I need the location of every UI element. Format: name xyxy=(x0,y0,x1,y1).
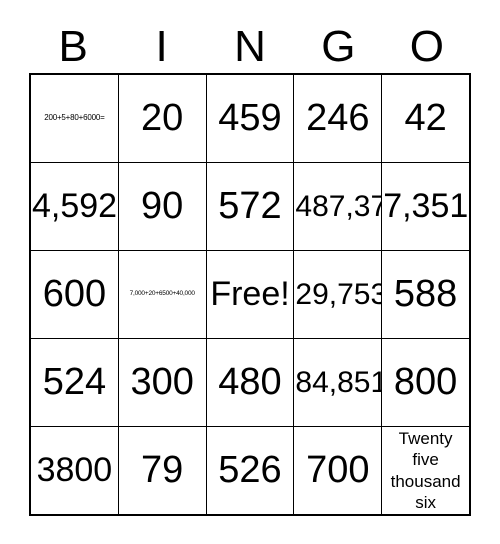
bingo-header-letter-o-label: O xyxy=(409,21,444,71)
bingo-cell-i3[interactable]: 7,000+20+6500+40,000 xyxy=(119,251,207,338)
bingo-row: 3800 79 526 700 Twenty five thousand six xyxy=(31,427,469,514)
bingo-cell-o1-label: 42 xyxy=(404,96,447,139)
bingo-cell-g4[interactable]: 84,851 xyxy=(294,339,383,426)
bingo-cell-i5-label: 79 xyxy=(141,448,184,491)
bingo-cell-i1-label: 20 xyxy=(141,96,184,139)
bingo-row: 524 300 480 84,851 800 xyxy=(31,339,469,427)
bingo-cell-o5-label: Twenty five thousand six xyxy=(390,429,461,512)
bingo-cell-b3[interactable]: 600 xyxy=(31,251,119,338)
bingo-header-letter-o: O xyxy=(383,20,471,73)
bingo-cell-i1[interactable]: 20 xyxy=(119,75,207,162)
bingo-row: 4,592 90 572 487,370 7,351 xyxy=(31,163,469,251)
bingo-grid: 200+5+80+6000= 20 459 246 42 4,592 90 57… xyxy=(29,73,471,516)
bingo-cell-g2-label: 487,370 xyxy=(295,189,381,223)
bingo-cell-o2-label: 7,351 xyxy=(383,186,469,225)
bingo-cell-g5-label: 700 xyxy=(306,448,370,491)
bingo-cell-i3-label: 7,000+20+6500+40,000 xyxy=(129,290,195,298)
bingo-cell-n4[interactable]: 480 xyxy=(207,339,295,426)
bingo-cell-o3[interactable]: 588 xyxy=(382,251,469,338)
bingo-cell-b2[interactable]: 4,592 xyxy=(31,163,119,250)
bingo-header-letter-b-label: B xyxy=(58,21,88,71)
bingo-row: 600 7,000+20+6500+40,000 Free! 29,753 58… xyxy=(31,251,469,339)
bingo-cell-g4-label: 84,851 xyxy=(295,365,383,399)
bingo-cell-g3[interactable]: 29,753 xyxy=(294,251,383,338)
bingo-header-letter-g-label: G xyxy=(321,21,356,71)
bingo-cell-b2-label: 4,592 xyxy=(32,186,118,225)
bingo-free-space-label: Free! xyxy=(210,274,290,313)
bingo-cell-n2-label: 572 xyxy=(218,184,282,227)
bingo-cell-g5[interactable]: 700 xyxy=(294,427,383,514)
bingo-cell-b3-label: 600 xyxy=(42,272,107,315)
bingo-cell-o2[interactable]: 7,351 xyxy=(382,163,469,250)
bingo-cell-o3-label: 588 xyxy=(393,272,458,315)
bingo-cell-i5[interactable]: 79 xyxy=(119,427,207,514)
bingo-header-row: B I N G O xyxy=(29,20,471,73)
bingo-header-letter-i: I xyxy=(117,20,205,73)
bingo-header-letter-b: B xyxy=(29,20,117,73)
bingo-cell-b1-label: 200+5+80+6000= xyxy=(44,113,105,123)
bingo-cell-n1-label: 459 xyxy=(218,96,282,139)
bingo-cell-o4[interactable]: 800 xyxy=(382,339,469,426)
bingo-cell-b5[interactable]: 3800 xyxy=(31,427,119,514)
bingo-cell-i2[interactable]: 90 xyxy=(119,163,207,250)
bingo-header-letter-i-label: I xyxy=(155,21,168,71)
bingo-cell-g2[interactable]: 487,370 xyxy=(294,163,383,250)
bingo-cell-n5-label: 526 xyxy=(218,448,282,491)
bingo-cell-i4-label: 300 xyxy=(130,360,194,403)
bingo-cell-free-space[interactable]: Free! xyxy=(207,251,295,338)
bingo-cell-b5-label: 3800 xyxy=(36,450,113,489)
bingo-cell-n2[interactable]: 572 xyxy=(207,163,295,250)
bingo-card: B I N G O 200+5+80+6000= 20 459 246 42 4… xyxy=(0,0,500,544)
bingo-row: 200+5+80+6000= 20 459 246 42 xyxy=(31,75,469,163)
bingo-cell-o1[interactable]: 42 xyxy=(382,75,469,162)
bingo-header-letter-n-label: N xyxy=(234,21,266,71)
bingo-cell-i2-label: 90 xyxy=(141,184,184,227)
bingo-cell-i4[interactable]: 300 xyxy=(119,339,207,426)
bingo-header-letter-n: N xyxy=(206,20,294,73)
bingo-cell-n4-label: 480 xyxy=(218,360,282,403)
bingo-cell-o5[interactable]: Twenty five thousand six xyxy=(382,427,469,514)
bingo-cell-g3-label: 29,753 xyxy=(295,277,383,311)
bingo-header-letter-g: G xyxy=(294,20,382,73)
bingo-cell-n5[interactable]: 526 xyxy=(207,427,295,514)
bingo-cell-g1-label: 246 xyxy=(306,96,370,139)
bingo-cell-b4-label: 524 xyxy=(42,360,107,403)
bingo-cell-n1[interactable]: 459 xyxy=(207,75,295,162)
bingo-cell-b4[interactable]: 524 xyxy=(31,339,119,426)
bingo-cell-o4-label: 800 xyxy=(393,360,458,403)
bingo-cell-b1[interactable]: 200+5+80+6000= xyxy=(31,75,119,162)
bingo-cell-g1[interactable]: 246 xyxy=(294,75,383,162)
